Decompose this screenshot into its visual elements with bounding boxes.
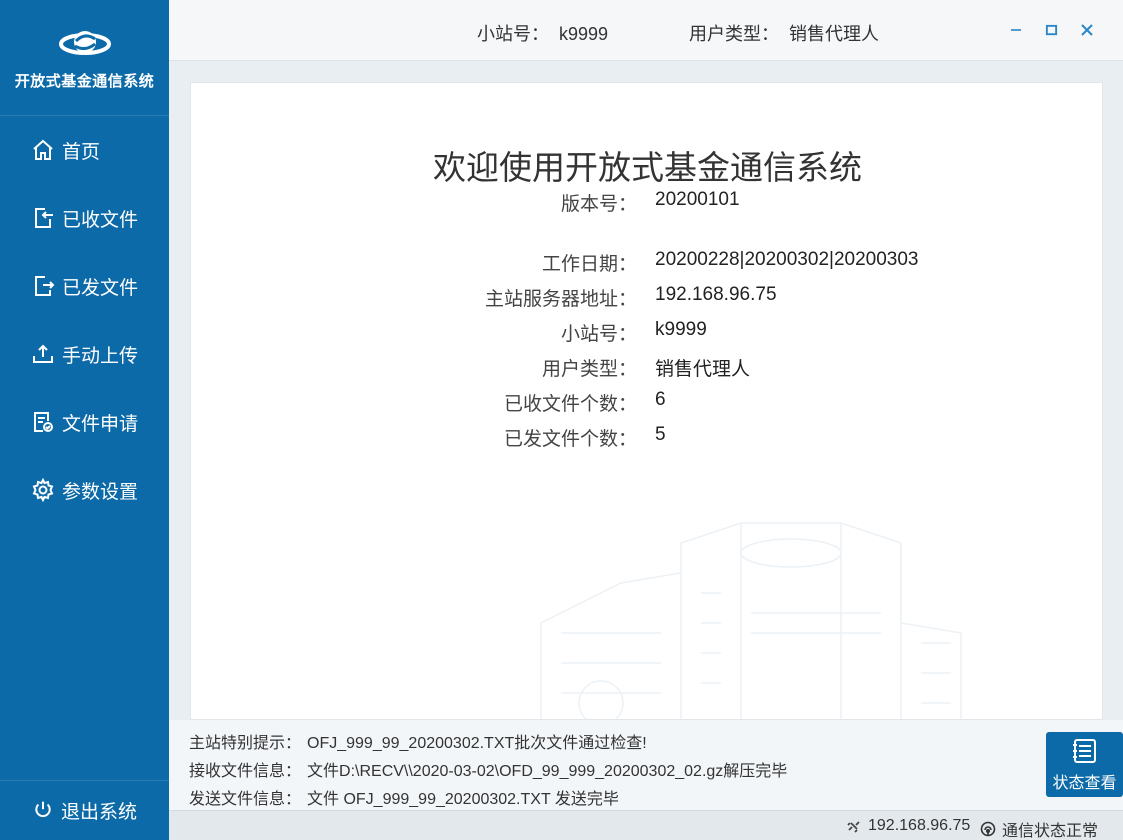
- home-icon: [30, 137, 56, 163]
- signal-icon: [980, 821, 996, 837]
- header-user-type: 用户类型： 销售代理人: [689, 20, 879, 46]
- send-value: 文件 OFJ_999_99_20200302.TXT 发送完毕: [307, 791, 619, 808]
- power-icon: [33, 800, 55, 822]
- recv-value: 文件D:\RECV\\2020-03-02\OFD_99_999_2020030…: [307, 763, 788, 780]
- maximize-button[interactable]: [1040, 18, 1062, 42]
- status-list-icon: [1072, 738, 1096, 763]
- status-ip: 192.168.96.75: [868, 817, 971, 834]
- sidebar-nav: 首页 已收文件 已发文件 手动上传 文件申请 参数设置: [0, 116, 169, 524]
- close-button[interactable]: [1076, 18, 1098, 42]
- header-user-type-label: 用户类型：: [689, 24, 779, 44]
- received-count-value: 6: [655, 389, 666, 410]
- status-bar: 192.168.96.75 通信状态正常: [169, 810, 1123, 840]
- server-label: 主站服务器地址：: [484, 289, 637, 310]
- server-ip-status: 192.168.96.75: [846, 817, 970, 835]
- info-version: 版本号： 20200101: [191, 189, 1102, 215]
- file-request-icon: [30, 409, 56, 435]
- header-station-label: 小站号：: [477, 24, 549, 44]
- sidebar-item-sent-files[interactable]: 已发文件: [0, 252, 169, 320]
- welcome-panel: 欢迎使用开放式基金通信系统 版本号： 20200101 工作日期： 202002…: [190, 82, 1103, 720]
- version-value: 20200101: [655, 189, 740, 210]
- connection-status: 通信状态正常: [980, 817, 1098, 840]
- info-work-date: 工作日期： 20200228|20200302|20200303: [191, 249, 1102, 275]
- info-sent-count: 已发文件个数： 5: [191, 424, 1102, 450]
- sidebar-item-received-files[interactable]: 已收文件: [0, 184, 169, 252]
- sidebar-item-file-request[interactable]: 文件申请: [0, 388, 169, 456]
- user-type-value: 销售代理人: [655, 359, 751, 380]
- maximize-icon: [1045, 24, 1057, 35]
- work-date-label: 工作日期：: [541, 254, 637, 275]
- server-value: 192.168.96.75: [655, 284, 777, 305]
- sidebar-item-label: 已收文件: [62, 209, 139, 231]
- header-user-type-value: 销售代理人: [789, 24, 879, 44]
- recv-label: 接收文件信息：: [189, 763, 302, 780]
- upload-icon: [30, 341, 56, 367]
- user-type-label: 用户类型：: [541, 359, 637, 380]
- recv-message: 接收文件信息： 文件D:\RECV\\2020-03-02\OFD_99_999_…: [189, 757, 787, 781]
- station-label: 小站号：: [560, 324, 637, 345]
- logo-icon: [58, 31, 111, 55]
- status-connection: 通信状态正常: [1002, 823, 1099, 840]
- sent-count-value: 5: [655, 424, 666, 445]
- header: 小站号： k9999 用户类型： 销售代理人: [169, 0, 1123, 61]
- info-station: 小站号： k9999: [191, 319, 1102, 345]
- sent-count-label: 已发文件个数：: [503, 429, 637, 450]
- sidebar-item-label: 参数设置: [62, 481, 139, 503]
- message-area: 主站特别提示： OFJ_999_99_20200302.TXT批次文件通过检查! …: [169, 720, 1123, 810]
- send-label: 发送文件信息：: [189, 791, 302, 808]
- welcome-title: 欢迎使用开放式基金通信系统: [433, 149, 862, 186]
- sidebar: 开放式基金通信系统 首页 已收文件 已发文件 手动上传 文件申请 参数设置 退出…: [0, 0, 169, 840]
- building-watermark: [540, 522, 962, 719]
- gear-icon: [30, 477, 56, 503]
- version-label: 版本号：: [560, 194, 637, 215]
- send-message: 发送文件信息： 文件 OFJ_999_99_20200302.TXT 发送完毕: [189, 785, 619, 809]
- notice-label: 主站特别提示：: [189, 735, 302, 752]
- info-user-type: 用户类型： 销售代理人: [191, 354, 1102, 380]
- sidebar-item-settings[interactable]: 参数设置: [0, 456, 169, 524]
- sidebar-item-label: 文件申请: [62, 413, 139, 435]
- sidebar-item-home[interactable]: 首页: [0, 116, 169, 184]
- sidebar-item-label: 手动上传: [62, 345, 139, 367]
- minimize-button[interactable]: [1005, 18, 1027, 42]
- logout-label: 退出系统: [61, 802, 138, 823]
- header-station-value: k9999: [559, 24, 609, 44]
- work-date-value: 20200228|20200302|20200303: [655, 249, 919, 270]
- info-received-count: 已收文件个数： 6: [191, 389, 1102, 415]
- app-logo: 开放式基金通信系统: [0, 0, 169, 116]
- sidebar-item-manual-upload[interactable]: 手动上传: [0, 320, 169, 388]
- status-view-label: 状态查看: [1052, 774, 1117, 792]
- sidebar-item-label: 首页: [62, 141, 101, 163]
- info-server: 主站服务器地址： 192.168.96.75: [191, 284, 1102, 310]
- station-value: k9999: [655, 319, 707, 340]
- close-icon: [1081, 24, 1093, 36]
- received-file-icon: [30, 205, 56, 231]
- sent-file-icon: [30, 273, 56, 299]
- logout-button[interactable]: 退出系统: [0, 780, 169, 840]
- header-station: 小站号： k9999: [477, 20, 608, 46]
- received-count-label: 已收文件个数：: [503, 394, 637, 415]
- link-icon: [847, 821, 860, 833]
- minimize-icon: [1011, 29, 1021, 31]
- status-view-button[interactable]: 状态查看: [1046, 732, 1123, 797]
- notice-value: OFJ_999_99_20200302.TXT批次文件通过检查!: [307, 735, 647, 752]
- notice-message: 主站特别提示： OFJ_999_99_20200302.TXT批次文件通过检查!: [189, 729, 647, 753]
- sidebar-item-label: 已发文件: [62, 277, 139, 299]
- app-title: 开放式基金通信系统: [14, 73, 155, 90]
